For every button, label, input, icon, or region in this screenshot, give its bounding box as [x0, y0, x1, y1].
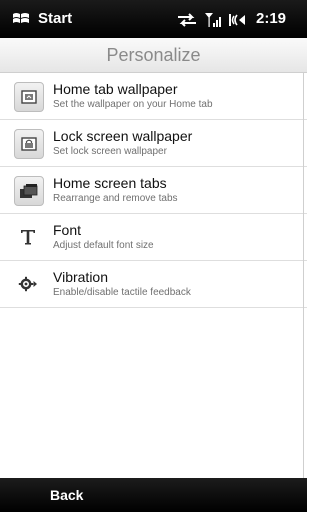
back-button-label: Back: [50, 487, 84, 503]
lock-wallpaper-icon: [14, 129, 44, 159]
title-bar: Personalize: [0, 38, 307, 73]
list-item-subtitle: Rearrange and remove tabs: [53, 193, 178, 204]
settings-list: Home tab wallpaper Set the wallpaper on …: [0, 73, 307, 308]
list-item-title: Home tab wallpaper: [53, 81, 178, 97]
list-item-title: Home screen tabs: [53, 175, 167, 191]
back-button[interactable]: Back: [0, 478, 120, 512]
softkey-bar: Back: [0, 478, 307, 512]
list-item-subtitle: Set lock screen wallpaper: [53, 146, 167, 157]
vibration-gear-icon: [14, 270, 42, 298]
scroll-track: [303, 73, 304, 478]
volume-icon: [229, 14, 245, 26]
list-item-title: Lock screen wallpaper: [53, 128, 193, 144]
page-title: Personalize: [106, 45, 201, 65]
home-wallpaper-icon: [14, 82, 44, 112]
tabs-icon: [14, 176, 44, 206]
list-item-vibration[interactable]: Vibration Enable/disable tactile feedbac…: [0, 261, 307, 308]
status-bar: Start 2:19: [0, 0, 307, 38]
list-item-font[interactable]: Font Adjust default font size: [0, 214, 307, 261]
clock[interactable]: 2:19: [256, 10, 286, 28]
start-button[interactable]: Start: [38, 10, 72, 28]
list-item-subtitle: Adjust default font size: [53, 240, 154, 251]
signal-strength-icon: [205, 13, 221, 27]
list-item-home-tab-wallpaper[interactable]: Home tab wallpaper Set the wallpaper on …: [0, 73, 307, 120]
personalize-screen: Start 2:19 Personalize Home tab wallpape…: [0, 0, 307, 512]
list-item-title: Vibration: [53, 269, 109, 285]
list-item-lock-screen-wallpaper[interactable]: Lock screen wallpaper Set lock screen wa…: [0, 120, 307, 167]
font-icon: [14, 223, 42, 251]
list-item-subtitle: Set the wallpaper on your Home tab: [53, 99, 213, 110]
list-item-title: Font: [53, 222, 82, 238]
list-item-home-screen-tabs[interactable]: Home screen tabs Rearrange and remove ta…: [0, 167, 307, 214]
windows-logo-icon[interactable]: [12, 12, 30, 26]
sync-arrows-icon: [178, 13, 196, 27]
list-item-subtitle: Enable/disable tactile feedback: [53, 287, 191, 298]
